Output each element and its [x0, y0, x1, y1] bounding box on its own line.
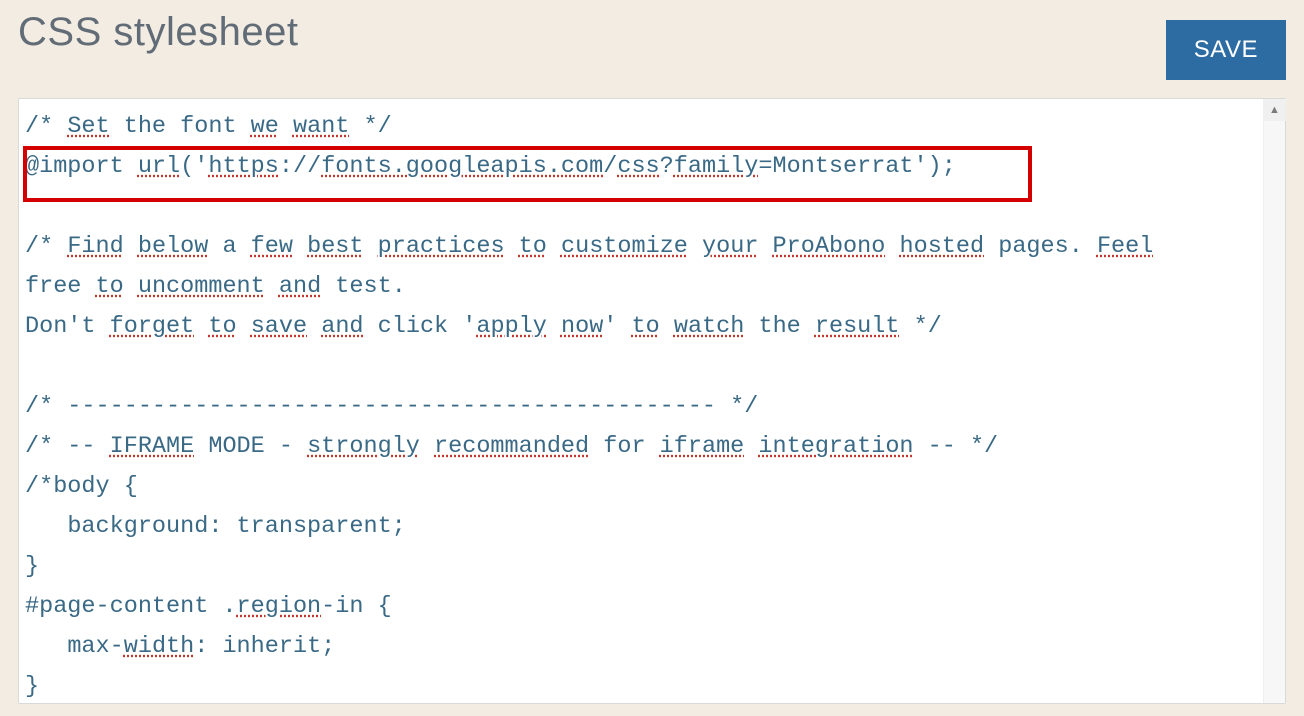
- chevron-up-icon: ▲: [1269, 104, 1280, 116]
- css-code-editor[interactable]: /* Set the font we want */ @import url('…: [19, 99, 1263, 703]
- save-button[interactable]: SAVE: [1166, 20, 1286, 80]
- page-title: CSS stylesheet: [18, 10, 298, 55]
- scroll-up-button[interactable]: ▲: [1264, 99, 1286, 121]
- panel-header: CSS stylesheet SAVE: [18, 10, 1286, 80]
- editor-container: /* Set the font we want */ @import url('…: [18, 98, 1286, 704]
- vertical-scrollbar[interactable]: ▲: [1263, 99, 1285, 703]
- scrollbar-thumb[interactable]: [1264, 121, 1285, 703]
- code-text: /* Set the font we want */ @import url('…: [25, 113, 1153, 700]
